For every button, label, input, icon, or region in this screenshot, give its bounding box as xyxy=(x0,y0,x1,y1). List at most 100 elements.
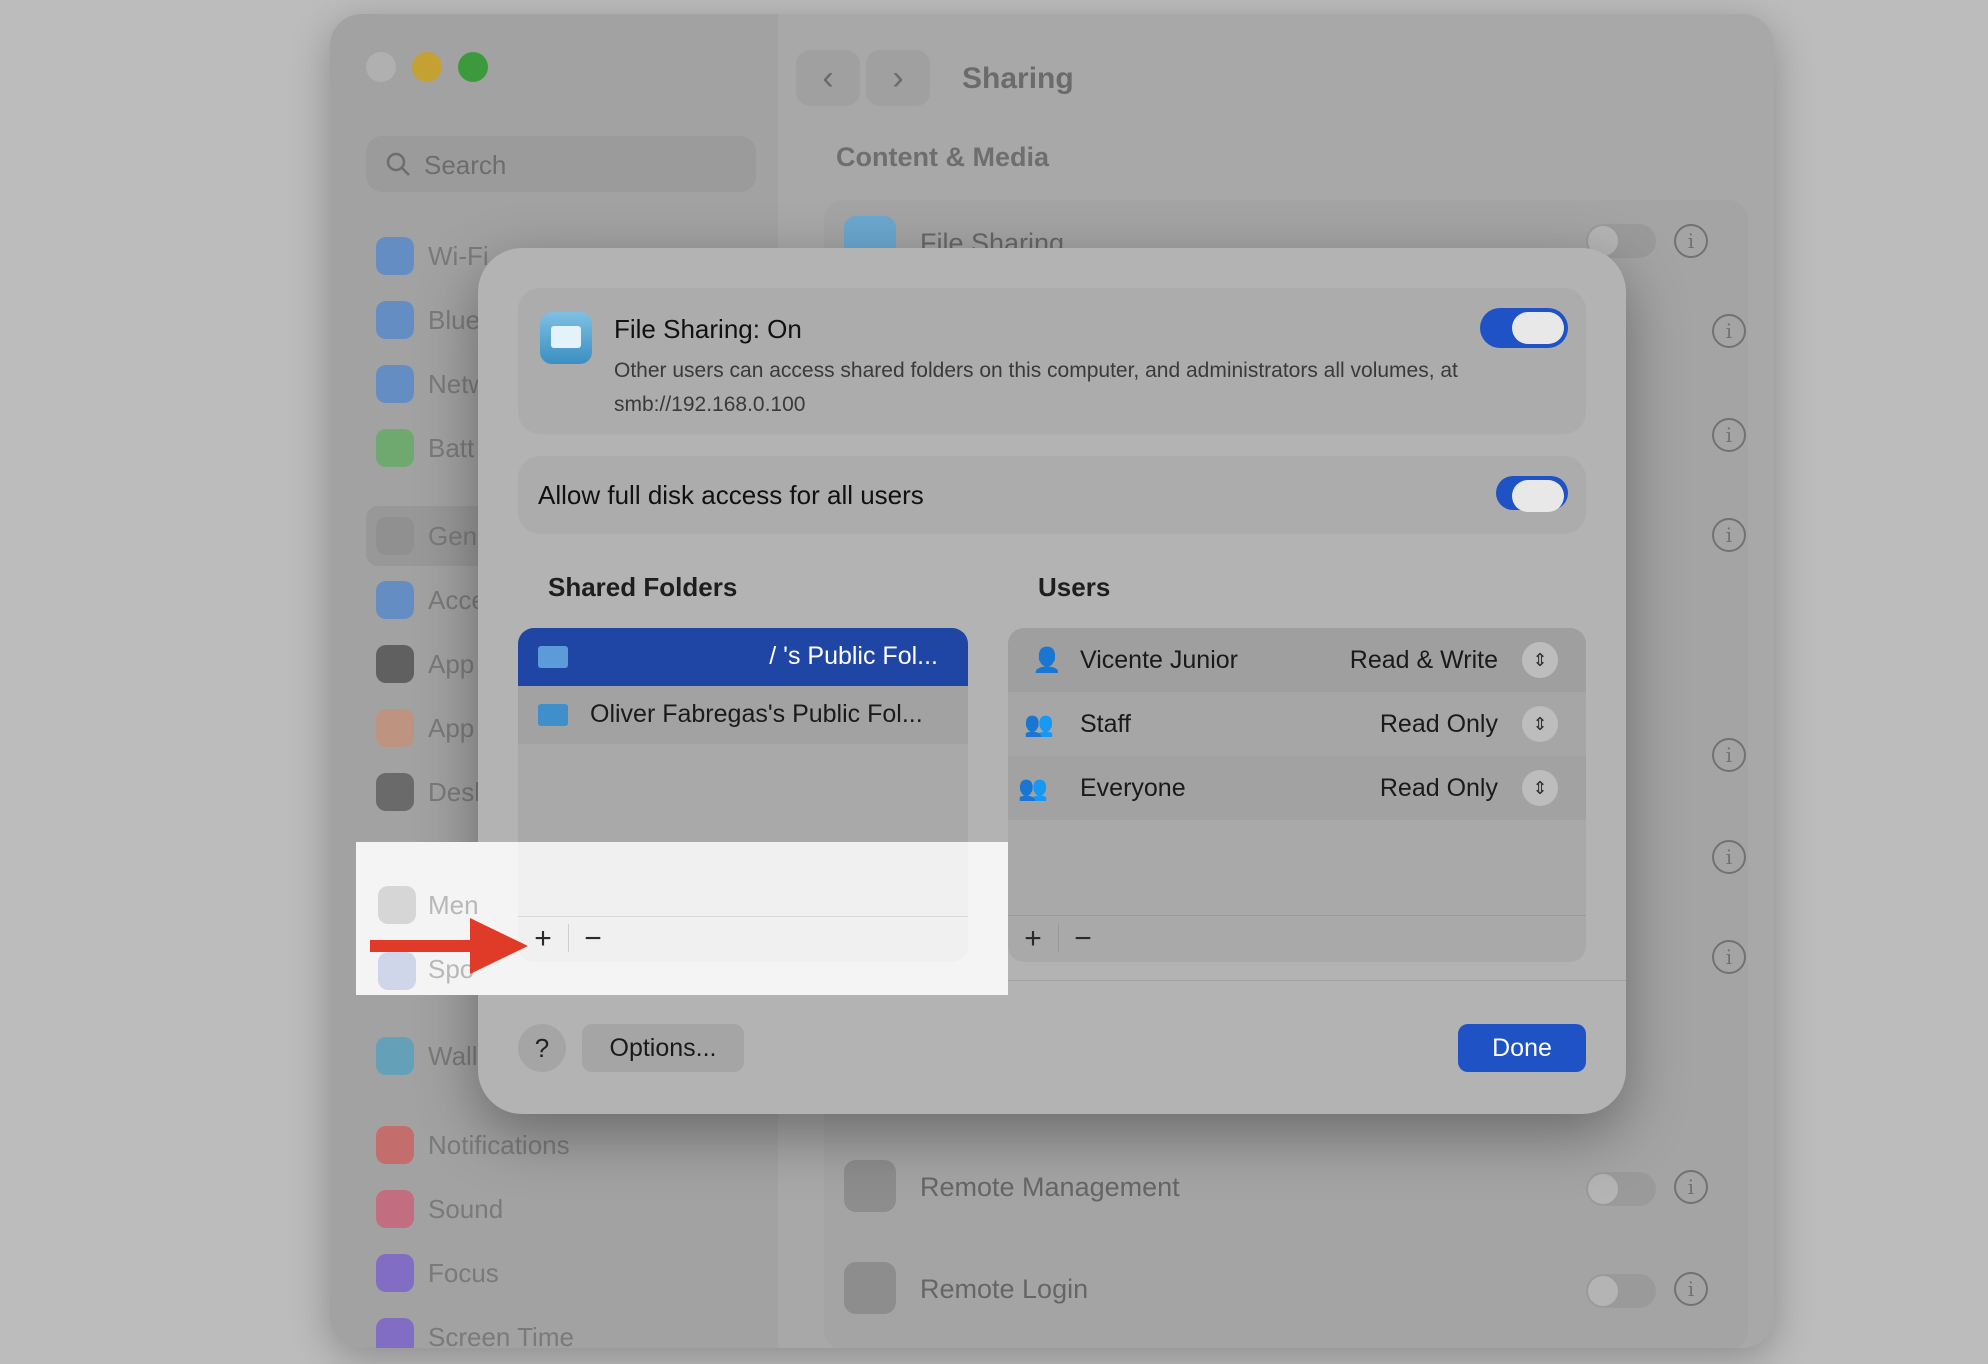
user-row[interactable]: 👤 Vicente Junior Read & Write ⇕ xyxy=(1008,628,1586,692)
person-icon: 👤 xyxy=(1032,647,1062,674)
binoculars-icon xyxy=(844,1160,896,1212)
sidebar-item-notifications[interactable]: Notifications xyxy=(376,1120,570,1170)
sidebar-item-desktop[interactable]: Desk xyxy=(376,767,487,817)
user-name: Vicente Junior xyxy=(1080,646,1238,674)
chevron-right-icon: › xyxy=(892,58,904,97)
row-label: Remote Management xyxy=(920,1172,1180,1202)
users-list: 👤 Vicente Junior Read & Write ⇕ 👥 Staff … xyxy=(1008,628,1586,962)
sidebar-item-label: App xyxy=(428,712,475,743)
remote-login-toggle[interactable] xyxy=(1586,1274,1656,1308)
sidebar-item-bluetooth[interactable]: Blue xyxy=(376,295,480,345)
sidebar-item-label: Focus xyxy=(428,1257,499,1288)
info-icon[interactable]: i xyxy=(1712,738,1746,772)
info-icon[interactable]: i xyxy=(1712,314,1746,348)
section-label: Content & Media xyxy=(836,142,1049,172)
sidebar-item-label: Men xyxy=(428,890,479,920)
battery-icon xyxy=(376,429,414,467)
sidebar-item-focus[interactable]: Focus xyxy=(376,1248,499,1298)
info-icon[interactable]: i xyxy=(1712,840,1746,874)
sidebar-item-network[interactable]: Netw xyxy=(376,359,487,409)
back-button[interactable]: ‹ xyxy=(796,50,860,106)
sidebar-item-screen-time[interactable]: Screen Time xyxy=(376,1312,574,1348)
bluetooth-icon xyxy=(376,301,414,339)
sidebar-item-accessibility[interactable]: Acce xyxy=(376,575,486,625)
permission-value: Read & Write xyxy=(1349,646,1498,674)
search-field[interactable]: Search xyxy=(366,136,756,192)
sidebar-item-label: Notifications xyxy=(428,1129,570,1160)
permission-value: Read Only xyxy=(1379,774,1498,802)
gear-icon xyxy=(376,517,414,555)
desktop-icon xyxy=(376,773,414,811)
users-header: Users xyxy=(1038,572,1111,602)
user-row[interactable]: 👥 Staff Read Only ⇕ xyxy=(1008,692,1586,756)
red-arrow-annotation xyxy=(370,918,528,974)
appearance-icon xyxy=(376,645,414,683)
minimize-window-button[interactable] xyxy=(412,52,442,82)
folder-icon xyxy=(538,646,568,668)
full-disk-access-card: Allow full disk access for all users xyxy=(518,456,1586,534)
sidebar-item-label: Sound xyxy=(428,1193,504,1224)
remove-folder-button-highlighted[interactable]: − xyxy=(578,922,608,956)
info-icon[interactable]: i xyxy=(1674,1272,1708,1306)
page-title: Sharing xyxy=(962,62,1074,95)
remove-user-button[interactable]: − xyxy=(1068,922,1098,956)
user-name: Everyone xyxy=(1080,774,1186,802)
terminal-icon xyxy=(844,1262,896,1314)
permission-stepper[interactable]: ⇕ xyxy=(1522,770,1558,806)
options-button[interactable]: Options... xyxy=(582,1024,744,1072)
maximize-window-button[interactable] xyxy=(458,52,488,82)
accessibility-icon xyxy=(376,581,414,619)
group-icon: 👥 xyxy=(1024,711,1054,738)
close-window-button[interactable] xyxy=(366,52,396,82)
chevron-left-icon: ‹ xyxy=(822,58,834,97)
file-sharing-status: File Sharing: On xyxy=(614,314,802,344)
permission-stepper[interactable]: ⇕ xyxy=(1522,706,1558,742)
shared-folder-row[interactable]: / 's Public Fol... xyxy=(518,628,968,686)
hourglass-icon xyxy=(376,1318,414,1348)
user-name: Staff xyxy=(1080,710,1131,738)
sidebar-item-general[interactable]: Gen xyxy=(376,511,477,561)
everyone-icon: 👥 xyxy=(1018,775,1048,802)
shared-folder-row[interactable]: Oliver Fabregas's Public Fol... xyxy=(518,686,968,744)
file-sharing-toggle[interactable] xyxy=(1480,308,1568,348)
sidebar-item-wallpaper[interactable]: Wall xyxy=(376,1031,478,1081)
info-icon[interactable]: i xyxy=(1674,1170,1708,1204)
sidebar-item-appearance[interactable]: App xyxy=(376,639,474,689)
permission-stepper[interactable]: ⇕ xyxy=(1522,642,1558,678)
full-disk-access-label: Allow full disk access for all users xyxy=(538,480,924,510)
row-label: Remote Login xyxy=(920,1274,1089,1304)
sidebar-item-label: App xyxy=(428,648,475,679)
sidebar-item-apple-intelligence[interactable]: App xyxy=(376,703,474,753)
user-row[interactable]: 👥 Everyone Read Only ⇕ xyxy=(1008,756,1586,820)
remote-login-row[interactable]: Remote Login i xyxy=(836,1250,1736,1330)
info-icon[interactable]: i xyxy=(1712,940,1746,974)
sidebar-item-label: Batt xyxy=(428,432,475,463)
remote-management-row[interactable]: Remote Management i xyxy=(836,1148,1736,1228)
done-button[interactable]: Done xyxy=(1458,1024,1586,1072)
sidebar-item-wifi[interactable]: Wi-Fi xyxy=(376,231,489,281)
folder-name: / 's Public Fol... xyxy=(769,642,938,670)
sidebar-item-label: Wall xyxy=(428,1040,478,1071)
info-icon[interactable]: i xyxy=(1674,224,1708,258)
moon-icon xyxy=(376,1254,414,1292)
forward-button[interactable]: › xyxy=(866,50,930,106)
shared-folders-header: Shared Folders xyxy=(548,572,738,602)
file-sharing-card: File Sharing: On Other users can access … xyxy=(518,288,1586,434)
sidebar-item-label: Wi-Fi xyxy=(428,240,489,271)
remote-management-toggle[interactable] xyxy=(1586,1172,1656,1206)
add-user-button[interactable]: + xyxy=(1018,922,1048,956)
folder-name: Oliver Fabregas's Public Fol... xyxy=(590,700,923,728)
wifi-icon xyxy=(376,237,414,275)
help-button[interactable]: ? xyxy=(518,1024,566,1072)
file-sharing-description: Other users can access shared folders on… xyxy=(614,359,1458,416)
flower-icon xyxy=(376,1037,414,1075)
add-folder-button-highlighted[interactable]: + xyxy=(528,922,558,956)
sidebar-item-sound[interactable]: Sound xyxy=(376,1184,503,1234)
info-icon[interactable]: i xyxy=(1712,418,1746,452)
full-disk-access-toggle[interactable] xyxy=(1496,476,1568,512)
info-icon[interactable]: i xyxy=(1712,518,1746,552)
sidebar-item-battery[interactable]: Batt xyxy=(376,423,474,473)
sidebar-item-label: Gen xyxy=(428,520,478,551)
folder-icon xyxy=(538,704,568,726)
sidebar-item-label: Blue xyxy=(428,304,481,335)
